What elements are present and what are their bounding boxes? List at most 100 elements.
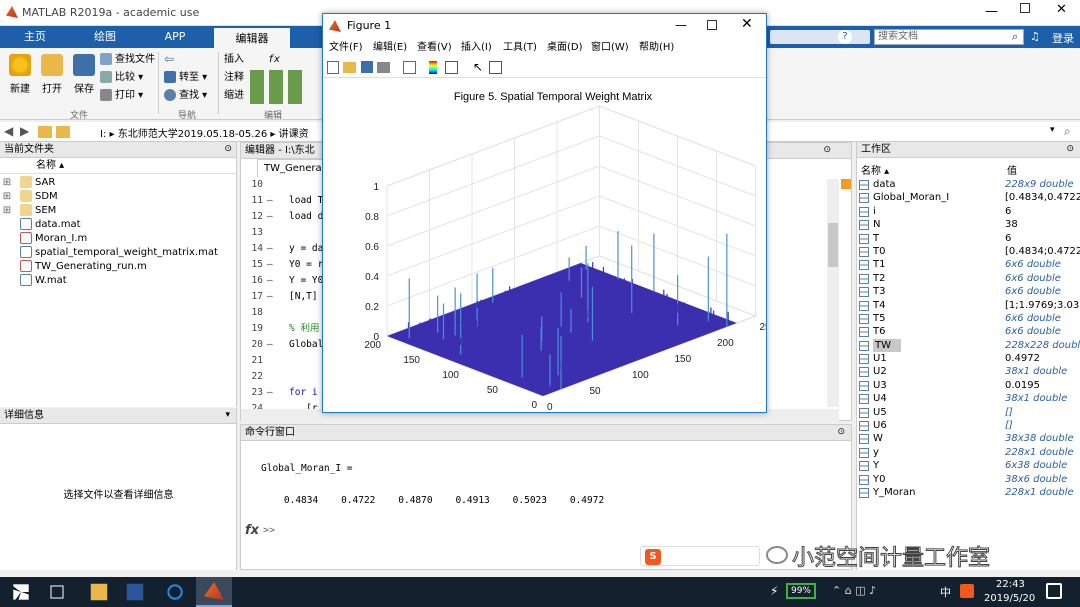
menu-insert[interactable]: 插入(I) bbox=[461, 38, 492, 58]
command-menu-icon[interactable]: ⊙ bbox=[837, 427, 845, 437]
back-arrow-icon[interactable]: ⇦ bbox=[164, 52, 174, 66]
list-item[interactable]: data.mat bbox=[0, 218, 237, 232]
figure-title-bar[interactable]: Figure 1 — ✕ bbox=[323, 14, 766, 38]
search-icon[interactable]: ⌕ bbox=[1064, 124, 1071, 139]
workspace-row-selected[interactable]: TW 228x228 double bbox=[857, 338, 1080, 353]
word-icon[interactable] bbox=[126, 583, 144, 601]
surface-plot[interactable]: Figure 5. Spatial Temporal Weight Matrix… bbox=[323, 78, 766, 412]
insert-button[interactable]: 插入 bbox=[224, 52, 244, 68]
panel-menu-icon[interactable]: ⊙ bbox=[224, 144, 232, 154]
workspace-row[interactable]: U4 38x1 double bbox=[857, 392, 1080, 405]
tab-home[interactable]: 主页 bbox=[10, 26, 60, 48]
menu-file[interactable]: 文件(F) bbox=[329, 38, 363, 58]
expand-icon[interactable]: ⊞ bbox=[0, 190, 14, 204]
workspace-row[interactable]: T5 6x6 double bbox=[857, 312, 1080, 325]
collapse-icon[interactable]: ▾ bbox=[225, 410, 230, 420]
workspace-row[interactable]: U1 0.4972 bbox=[857, 352, 1080, 365]
workspace-row[interactable]: T3 6x6 double bbox=[857, 285, 1080, 298]
open-button[interactable]: 打开 bbox=[36, 52, 68, 106]
menu-tools[interactable]: 工具(T) bbox=[503, 38, 537, 58]
search-docs-input[interactable]: 搜索文档 bbox=[874, 29, 1024, 45]
workspace-row[interactable]: T0[0.4834;0.4722;0 bbox=[857, 245, 1080, 258]
expand-icon[interactable]: ⊞ bbox=[0, 176, 14, 190]
figure-window[interactable]: Figure 1 — ✕ 文件(F) 编辑(E) 查看(V) 插入(I) 工具(… bbox=[322, 13, 767, 413]
workspace-row[interactable]: i6 bbox=[857, 205, 1080, 218]
login-link[interactable]: 登录 bbox=[1052, 30, 1074, 46]
list-item[interactable]: ⊞ SDM bbox=[0, 190, 237, 204]
search-icon[interactable]: ⌕ bbox=[1012, 30, 1018, 44]
workspace-row[interactable]: T4[1;1.9769;3.0386 bbox=[857, 299, 1080, 312]
help-icon[interactable]: ? bbox=[838, 30, 852, 44]
menu-view[interactable]: 查看(V) bbox=[417, 38, 452, 58]
new-button[interactable]: 新建 bbox=[4, 52, 36, 106]
clock-date[interactable]: 2019/5/20 bbox=[984, 593, 1035, 604]
list-item[interactable]: Moran_I.m bbox=[0, 232, 237, 246]
editor-tab[interactable]: TW_Generat bbox=[257, 159, 327, 177]
maximize-button[interactable] bbox=[1020, 3, 1030, 13]
find-button[interactable]: 查找 ▾ bbox=[164, 88, 207, 104]
notification-icon[interactable] bbox=[1046, 583, 1062, 599]
up-folder-icon[interactable] bbox=[38, 126, 52, 138]
workspace-column-value[interactable]: 值 bbox=[1007, 162, 1017, 177]
workspace-row[interactable]: U3 0.0195 bbox=[857, 379, 1080, 392]
sogou-tray-icon[interactable] bbox=[960, 584, 974, 598]
task-view-icon[interactable] bbox=[50, 585, 64, 599]
quick-access-toolbar[interactable] bbox=[770, 30, 870, 44]
workspace-column-name[interactable]: 名称 ▴ bbox=[861, 162, 889, 177]
workspace-row[interactable]: Y 6x38 double bbox=[857, 459, 1080, 472]
ime-indicator[interactable]: 中 bbox=[940, 584, 951, 600]
open-icon[interactable] bbox=[343, 62, 356, 73]
workspace-row[interactable]: T2 6x6 double bbox=[857, 272, 1080, 285]
command-prompt[interactable]: >> bbox=[263, 525, 275, 536]
print-button[interactable]: 打印 ▾ bbox=[100, 88, 143, 104]
browse-icon[interactable] bbox=[56, 126, 70, 138]
tab-plots[interactable]: 绘图 bbox=[80, 26, 130, 48]
minimize-button[interactable]: — bbox=[985, 4, 998, 19]
close-button[interactable]: ✕ bbox=[1056, 2, 1067, 17]
print-icon[interactable] bbox=[377, 62, 390, 73]
tab-apps[interactable]: APP bbox=[150, 26, 200, 48]
compare-button[interactable]: 比较 ▾ bbox=[100, 70, 143, 86]
figure-maximize-button[interactable] bbox=[707, 20, 717, 30]
bell-icon[interactable]: ♫ bbox=[1030, 30, 1040, 43]
menu-edit[interactable]: 编辑(E) bbox=[373, 38, 407, 58]
battery-indicator[interactable]: 99% bbox=[786, 583, 816, 599]
find-files-button[interactable]: 查找文件 bbox=[100, 52, 155, 68]
forward-icon[interactable]: ▶ bbox=[20, 124, 29, 138]
new-figure-icon[interactable] bbox=[327, 61, 339, 74]
workspace-row[interactable]: T6 bbox=[857, 232, 1080, 245]
list-item[interactable]: ⊞ SEM bbox=[0, 204, 237, 218]
legend-icon[interactable] bbox=[445, 61, 458, 74]
ribbon-edit-icons[interactable] bbox=[250, 70, 302, 104]
dropdown-icon[interactable]: ▾ bbox=[1050, 125, 1055, 135]
pointer-icon[interactable]: ↖ bbox=[473, 60, 483, 74]
back-icon[interactable]: ◀ bbox=[4, 124, 13, 138]
indent-button[interactable]: 缩进 bbox=[224, 88, 244, 104]
expand-icon[interactable]: ⊞ bbox=[0, 204, 14, 218]
workspace-menu-icon[interactable]: ⊙ bbox=[1066, 144, 1074, 154]
workspace-row[interactable]: data 228x9 double bbox=[857, 178, 1080, 191]
workspace-row[interactable]: Y_Moran 228x1 double bbox=[857, 486, 1080, 499]
figure-close-button[interactable]: ✕ bbox=[741, 16, 753, 32]
workspace-row[interactable]: N 38 bbox=[857, 218, 1080, 231]
menu-desktop[interactable]: 桌面(D) bbox=[547, 38, 583, 58]
menu-window[interactable]: 窗口(W) bbox=[591, 38, 629, 58]
workspace-row[interactable]: U5[] bbox=[857, 406, 1080, 419]
workspace-row[interactable]: Y0 38x6 double bbox=[857, 473, 1080, 486]
save-button[interactable]: 保存 bbox=[68, 52, 100, 106]
windows-start-icon[interactable] bbox=[13, 584, 29, 600]
edge-icon[interactable] bbox=[167, 584, 183, 600]
ime-toolbar[interactable]: S bbox=[640, 546, 760, 566]
workspace-row[interactable]: W 38x38 double bbox=[857, 432, 1080, 445]
goto-button[interactable]: 转至 ▾ bbox=[164, 70, 207, 86]
address-path[interactable]: I: ▸ 东北师范大学2019.05.18-05.26 ▸ 讲课资 bbox=[100, 125, 309, 140]
list-item[interactable]: W.mat bbox=[0, 274, 237, 288]
folder-column-header[interactable]: 名称 ▴ bbox=[0, 158, 237, 174]
save-icon[interactable] bbox=[361, 61, 373, 73]
editor-menu-icon[interactable]: ⊙ bbox=[823, 145, 831, 155]
workspace-row[interactable]: T1 6x6 double bbox=[857, 258, 1080, 271]
fx-icon[interactable]: fx bbox=[245, 523, 259, 538]
link-icon[interactable] bbox=[403, 61, 416, 74]
list-item[interactable]: TW_Generating_run.m bbox=[0, 260, 237, 274]
code-analyzer-marker[interactable] bbox=[841, 179, 851, 189]
